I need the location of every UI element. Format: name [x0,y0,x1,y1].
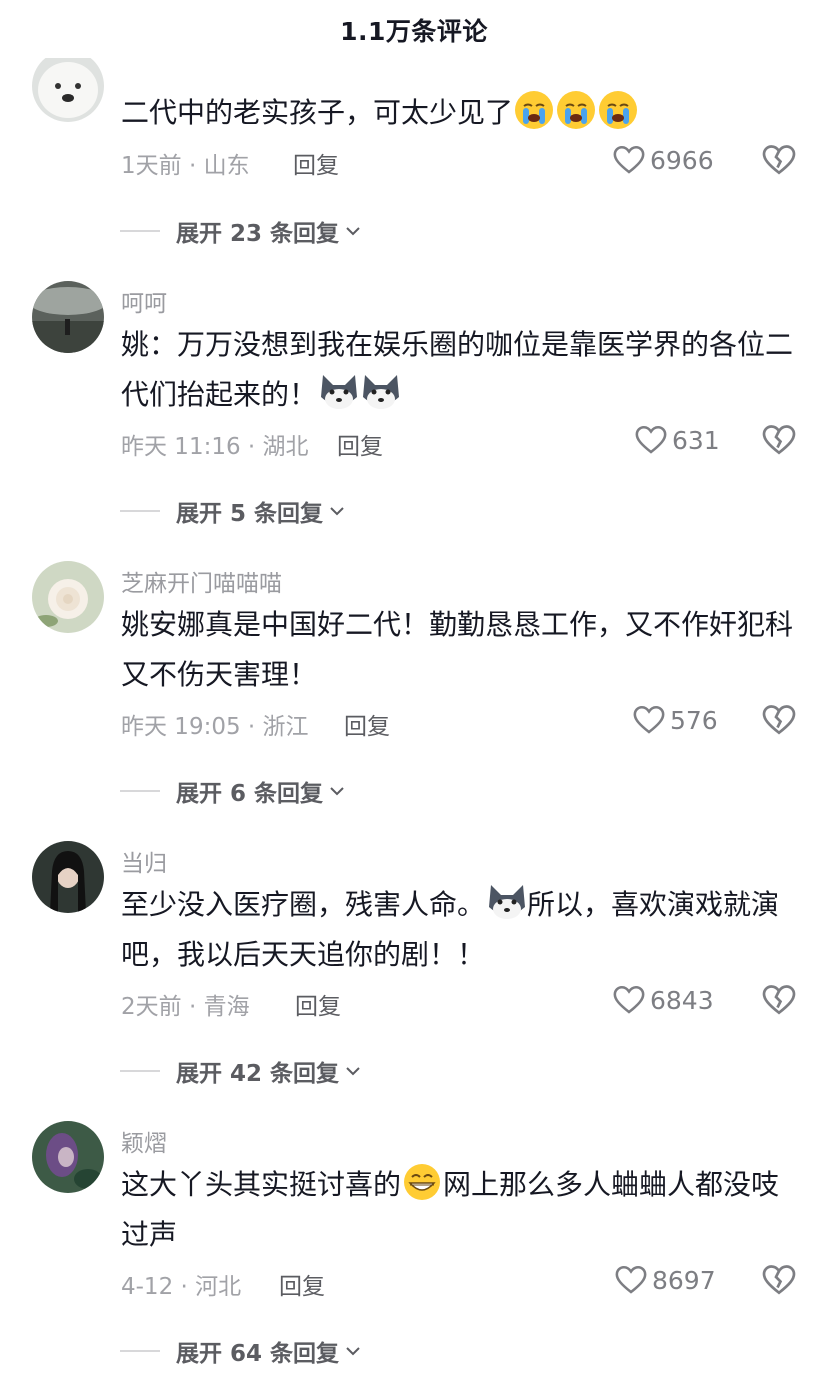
husky-dog-emoji [487,883,526,921]
comment-text: 至少没入医疗圈，残害人命。 所以，喜欢演戏就演吧，我以后天天追你的剧！！ [121,880,801,980]
divider [120,790,160,792]
like-count: 6966 [650,145,714,175]
chevron-down-icon [346,1347,360,1356]
chevron-down-icon [346,227,360,236]
avatar[interactable] [32,1121,104,1193]
comment-text: 姚安娜真是中国好二代！勤勤恳恳工作，又不作奸犯科又不伤天害理！ [121,600,801,700]
broken-heart-icon[interactable] [761,982,797,1018]
divider [120,510,160,512]
comment-time-location: 昨天 19:05 · 浙江 [121,714,309,740]
avatar[interactable] [32,841,104,913]
comment-time-location: 2天前 · 青海 [121,994,250,1020]
loudly-crying-face-emoji [515,91,554,129]
comment-time-location: 4-12 · 河北 [121,1274,242,1300]
expand-replies-button[interactable]: 展开 64 条回复 [120,1334,363,1368]
avatar[interactable] [32,50,104,122]
comment-username[interactable]: 呵呵 [121,284,167,318]
comment-text: 这大丫头其实挺讨喜的 网上那么多人蛐蛐人都没吱过声 [121,1160,801,1260]
comment-text-part: 这大丫头其实挺讨喜的 [121,1168,402,1201]
husky-dog-emoji [361,373,400,411]
comment-time-location: 昨天 11:16 · 湖北 [121,434,309,460]
comment-text-part: 姚：万万没想到我在娱乐圈的咖位是靠医学界的各位二代们抬起来的！ [121,328,794,411]
comment-text-part: 二代中的老实孩子，可太少见了 [121,96,514,129]
reply-button[interactable]: 回复 [295,987,341,1021]
reply-button[interactable]: 回复 [337,427,383,461]
expand-replies-label: 展开 5 条回复 [176,501,324,527]
broken-heart-icon[interactable] [761,1262,797,1298]
broken-heart-icon[interactable] [761,422,797,458]
expand-replies-label: 展开 6 条回复 [176,781,324,807]
chevron-down-icon [346,1067,360,1076]
comment-text-part: 至少没入医疗圈，残害人命。 [121,888,486,921]
comment-username[interactable]: 颖熠 [121,1124,167,1158]
comment-text: 二代中的老实孩子，可太少见了 [121,88,801,138]
reply-button[interactable]: 回复 [293,146,339,180]
avatar[interactable] [32,281,104,353]
heart-outline-icon [615,1265,647,1294]
heart-outline-icon [633,705,665,734]
comment-username[interactable]: 当归 [121,844,167,878]
expand-replies-button[interactable]: 展开 42 条回复 [120,1054,363,1088]
like-button[interactable]: 8697 [614,1263,716,1297]
chevron-down-icon [330,507,344,516]
loudly-crying-face-emoji [599,91,638,129]
divider [120,230,160,232]
heart-outline-icon [613,985,645,1014]
broken-heart-icon[interactable] [761,702,797,738]
heart-outline-icon [613,145,645,174]
expand-replies-label: 展开 42 条回复 [176,1061,340,1087]
reply-button[interactable]: 回复 [344,707,390,741]
comment-text: 姚：万万没想到我在娱乐圈的咖位是靠医学界的各位二代们抬起来的！ [121,320,801,420]
like-button[interactable]: 6966 [612,143,714,177]
expand-replies-label: 展开 23 条回复 [176,221,340,247]
like-button[interactable]: 576 [632,703,718,737]
like-count: 8697 [652,1265,716,1295]
like-count: 6843 [650,985,714,1015]
reply-button[interactable]: 回复 [279,1267,325,1301]
comment-text-part: 姚安娜真是中国好二代！勤勤恳恳工作，又不作奸犯科又不伤天害理！ [121,608,794,691]
like-count: 576 [670,705,718,735]
expand-replies-button[interactable]: 展开 5 条回复 [120,494,347,528]
heart-outline-icon [635,425,667,454]
divider [120,1350,160,1352]
like-count: 631 [672,425,720,455]
like-button[interactable]: 6843 [612,983,714,1017]
loudly-crying-face-emoji [557,91,596,129]
husky-dog-emoji [319,373,358,411]
expand-replies-button[interactable]: 展开 6 条回复 [120,774,347,808]
comment-username[interactable]: 芝麻开门喵喵喵 [121,564,282,598]
like-button[interactable]: 631 [634,423,720,457]
comment-time-location: 1天前 · 山东 [121,153,250,179]
chevron-down-icon [330,787,344,796]
divider [120,1070,160,1072]
broken-heart-icon[interactable] [761,142,797,178]
comment-count-title: 1.1万条评论 [340,17,488,46]
avatar[interactable] [32,561,104,633]
grinning-face-emoji [403,1163,441,1201]
comments-header: 1.1万条评论 [0,0,828,58]
expand-replies-label: 展开 64 条回复 [176,1341,340,1367]
expand-replies-button[interactable]: 展开 23 条回复 [120,214,363,248]
